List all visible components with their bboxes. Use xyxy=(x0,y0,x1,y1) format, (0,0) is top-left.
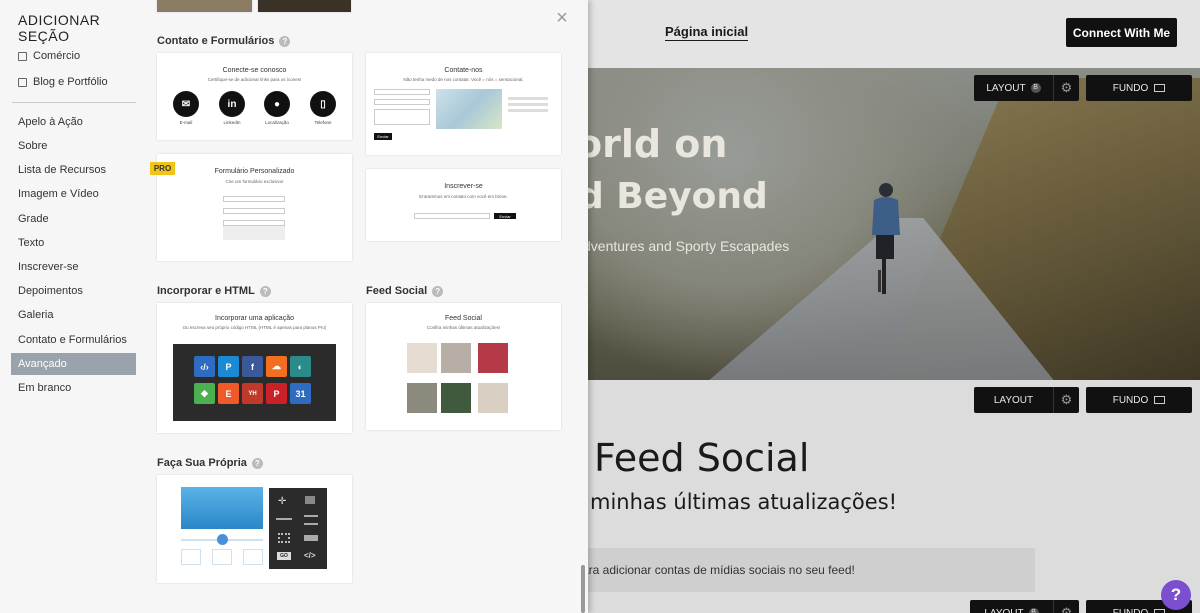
sidebar-item-subscribe[interactable]: Inscrever-se xyxy=(11,256,136,278)
close-icon[interactable]: × xyxy=(554,8,570,28)
layout-badge: B xyxy=(1030,83,1041,93)
fundo-button[interactable]: FUNDO xyxy=(1086,75,1192,101)
help-icon[interactable]: ? xyxy=(259,285,271,297)
feed-photo xyxy=(478,383,508,413)
feed-photo xyxy=(407,383,437,413)
feed-photo xyxy=(441,383,471,413)
sidebar-item-text[interactable]: Texto xyxy=(11,232,136,254)
category-commerce[interactable]: Comércio xyxy=(18,50,80,62)
layout-control-3[interactable]: LAYOUT B ⚙ xyxy=(970,600,1079,613)
help-icon[interactable]: ? xyxy=(432,285,444,297)
pro-badge: PRO xyxy=(150,162,175,175)
sidebar-item-cta[interactable]: Apelo à Ação xyxy=(11,111,136,133)
group-incorporar: Incorporar e HTML? xyxy=(157,285,271,297)
help-icon[interactable]: ? xyxy=(251,457,263,469)
move-icon: ✛ xyxy=(278,496,287,507)
group-feed: Feed Social? xyxy=(366,285,444,297)
layout-control[interactable]: LAYOUT B ⚙ xyxy=(974,75,1079,101)
sidebar-item-blank[interactable]: Em branco xyxy=(11,377,136,399)
cyclist-image xyxy=(872,183,900,294)
group-contato: Contato e Formulários? xyxy=(157,35,291,47)
yahoo-icon: YH xyxy=(242,383,263,404)
go-button-icon: GO xyxy=(277,552,291,560)
card-conecte[interactable]: Conecte-se conosco Certifique-se de adic… xyxy=(157,53,352,140)
list-icon xyxy=(304,515,318,525)
tools-grid: ✛ GO </> xyxy=(269,488,327,569)
facebook-icon: f xyxy=(242,356,263,377)
section-sidebar: ADICIONAR SEÇÃO Comércio Blog e Portfóli… xyxy=(0,0,146,613)
soundcloud-icon: ☁ xyxy=(266,356,287,377)
feed-photo xyxy=(478,343,508,373)
apps-grid: ‹/› P f ☁ ◐ ◆ E YH P 31 xyxy=(173,344,336,421)
map-image xyxy=(436,89,502,129)
divider xyxy=(12,102,136,103)
hero-title-line2: d Beyond xyxy=(578,176,768,217)
image-icon xyxy=(1154,396,1166,404)
scrollbar[interactable] xyxy=(581,565,585,613)
gear-icon[interactable]: ⚙ xyxy=(1053,75,1079,101)
card-aplicacao[interactable]: Incorporar uma aplicação Ou escreva seu … xyxy=(157,303,352,433)
fundo-button-2[interactable]: FUNDO xyxy=(1086,387,1192,413)
code-icon: ‹/› xyxy=(194,356,215,377)
grid-icon xyxy=(278,533,290,543)
sidebar-item-advanced[interactable]: Avançado xyxy=(11,353,136,375)
phone-icon: ▯ xyxy=(310,91,336,117)
linkedin-icon: in xyxy=(219,91,245,117)
sidebar-item-grid[interactable]: Grade xyxy=(11,208,136,230)
sidebar-item-testimonials[interactable]: Depoimentos xyxy=(11,280,136,302)
slider-handle xyxy=(217,534,228,545)
feed-subtitle: minhas últimas atualizações! xyxy=(590,490,898,514)
card-faca-sua-propria[interactable]: ✛ GO </> xyxy=(157,475,352,583)
sidebar-item-about[interactable]: Sobre xyxy=(11,135,136,157)
card-formulario[interactable]: Formulário Personalizado Crie um formulá… xyxy=(157,154,352,261)
sidebar-item-image-video[interactable]: Imagem e Vídeo xyxy=(11,183,136,205)
category-blog[interactable]: Blog e Portfólio xyxy=(18,76,108,88)
feed-photo xyxy=(407,343,437,373)
eventbrite-icon: E xyxy=(218,383,239,404)
ice-image xyxy=(181,487,263,529)
sidebar-item-contact[interactable]: Contato e Formulários xyxy=(11,329,136,351)
card-top-partial-1[interactable] xyxy=(157,0,252,12)
maps-icon: ◆ xyxy=(194,383,215,404)
bag-icon xyxy=(212,549,232,565)
card-top-partial-2[interactable] xyxy=(258,0,351,12)
form-icon xyxy=(304,535,318,541)
help-button[interactable]: ? xyxy=(1161,580,1191,610)
panel-title: ADICIONAR SEÇÃO xyxy=(18,12,101,44)
add-section-panel: ADICIONAR SEÇÃO Comércio Blog e Portfóli… xyxy=(0,0,588,613)
video-icon xyxy=(305,496,315,504)
connect-button[interactable]: Connect With Me xyxy=(1066,18,1177,47)
edit-icon xyxy=(18,77,27,87)
sidebar-item-gallery[interactable]: Galeria xyxy=(11,304,136,326)
sidebar-item-features[interactable]: Lista de Recursos xyxy=(11,159,136,181)
calendar-icon: 31 xyxy=(290,383,311,404)
layout-control-2[interactable]: LAYOUT ⚙ xyxy=(974,387,1079,413)
image-icon xyxy=(1154,84,1166,92)
email-icon: ✉ xyxy=(173,91,199,117)
card-feed-social[interactable]: Feed Social Confira minhas últimas atual… xyxy=(366,303,561,430)
image-icon xyxy=(1154,609,1166,613)
feed-title: Feed Social xyxy=(594,436,810,480)
hero-title: orld on xyxy=(576,122,728,166)
gear-icon[interactable]: ⚙ xyxy=(1053,600,1079,613)
pinterest-icon: P xyxy=(266,383,287,404)
bag-icon xyxy=(181,549,201,565)
hero-subtitle: dventures and Sporty Escapades xyxy=(583,238,790,254)
location-icon: ● xyxy=(264,91,290,117)
gear-icon[interactable]: ⚙ xyxy=(1053,387,1079,413)
bag-icon xyxy=(243,549,263,565)
group-propria: Faça Sua Própria? xyxy=(157,457,263,469)
app-icon: ◐ xyxy=(290,356,311,377)
feed-note: ara adicionar contas de mídias sociais n… xyxy=(575,548,1035,592)
divider-icon xyxy=(276,518,292,520)
paypal-icon: P xyxy=(218,356,239,377)
card-inscrever[interactable]: Inscrever-se Entraremos em contato com v… xyxy=(366,169,561,241)
bag-icon xyxy=(18,51,27,61)
nav-home-link[interactable]: Página inicial xyxy=(665,24,749,41)
code-icon: </> xyxy=(304,551,316,560)
card-contate[interactable]: Contate-nos Não tenha medo de nos contat… xyxy=(366,53,561,155)
help-icon[interactable]: ? xyxy=(279,35,291,47)
feed-photo xyxy=(441,343,471,373)
